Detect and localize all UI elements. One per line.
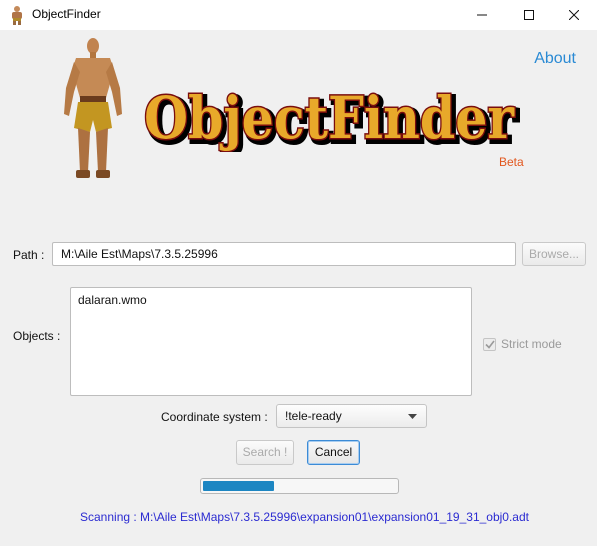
strict-mode-label: Strict mode — [501, 337, 562, 351]
search-button[interactable]: Search ! — [236, 440, 294, 465]
coordinate-system-label: Coordinate system : — [161, 410, 268, 424]
dropdown-arrow-icon — [408, 414, 417, 419]
title-bar: ObjectFinder — [0, 0, 597, 30]
checkbox-box[interactable] — [483, 337, 496, 351]
objects-textarea[interactable]: dalaran.wmo — [70, 287, 472, 396]
window-title: ObjectFinder — [32, 7, 101, 21]
checkmark-icon — [484, 340, 495, 349]
coordinate-system-select[interactable]: !tele-ready — [276, 404, 427, 428]
path-label: Path : — [13, 248, 45, 262]
app-icon — [12, 6, 22, 25]
minimize-icon — [477, 14, 487, 16]
progress-bar — [200, 478, 399, 494]
about-link[interactable]: About — [534, 50, 576, 68]
svg-text:ObjectFinder: ObjectFinder — [144, 84, 515, 152]
coordinate-system-value: !tele-ready — [285, 409, 342, 423]
objectfinder-logo: ObjectFinder ObjectFinder — [143, 83, 521, 153]
cancel-button[interactable]: Cancel — [307, 440, 360, 465]
strict-mode-checkbox[interactable]: Strict mode — [483, 337, 562, 351]
progress-fill — [203, 481, 275, 491]
minimize-button[interactable] — [459, 0, 505, 30]
browse-button[interactable]: Browse... — [522, 242, 586, 266]
close-icon — [569, 10, 579, 20]
beta-label: Beta — [499, 155, 524, 169]
maximize-button[interactable] — [506, 0, 552, 30]
close-button[interactable] — [551, 0, 597, 30]
scan-status: Scanning : M:\Aile Est\Maps\7.3.5.25996\… — [80, 510, 529, 524]
objects-label: Objects : — [13, 329, 61, 343]
path-input[interactable]: M:\Aile Est\Maps\7.3.5.25996 — [52, 242, 516, 266]
maximize-icon — [524, 10, 534, 20]
character-image — [64, 38, 122, 178]
